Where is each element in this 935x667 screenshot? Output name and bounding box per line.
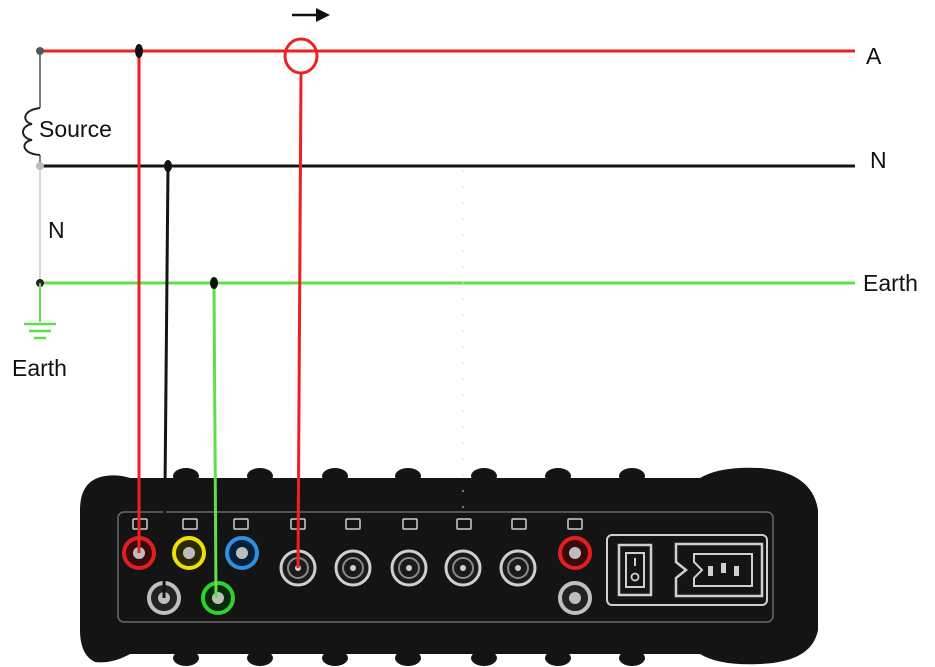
current-clamp-icon [283, 37, 319, 75]
current-probe-connector [499, 549, 537, 587]
junction-dot [36, 47, 44, 55]
wiring-diagram: A N Earth Source N Earth [0, 0, 935, 667]
source-label: Source [39, 116, 112, 142]
junction-dot [36, 162, 44, 170]
coil-icon [22, 107, 41, 156]
neutral-label-right: N [870, 147, 887, 173]
current-probe-connector [334, 549, 372, 587]
current-probe-connector [444, 549, 482, 587]
jack-green-earth [201, 581, 235, 615]
probe-clip [210, 277, 218, 289]
earth-label-left: Earth [12, 355, 67, 381]
ground-icon [24, 283, 56, 340]
phase-a-label: A [866, 43, 882, 69]
jack-yellow [172, 536, 206, 570]
jack-blue [225, 536, 259, 570]
arrow-right-icon [292, 8, 330, 22]
probe-clip [135, 44, 143, 58]
current-probe-connector [390, 549, 428, 587]
probe-clip [164, 160, 172, 172]
neutral-label-left: N [48, 217, 65, 243]
earth-probe-wire [212, 282, 218, 599]
jack-red-aux [558, 536, 592, 570]
jack-grey-aux [558, 581, 592, 615]
earth-label-right: Earth [863, 270, 918, 296]
diagram-canvas: A N Earth Source N Earth [12, 8, 918, 666]
